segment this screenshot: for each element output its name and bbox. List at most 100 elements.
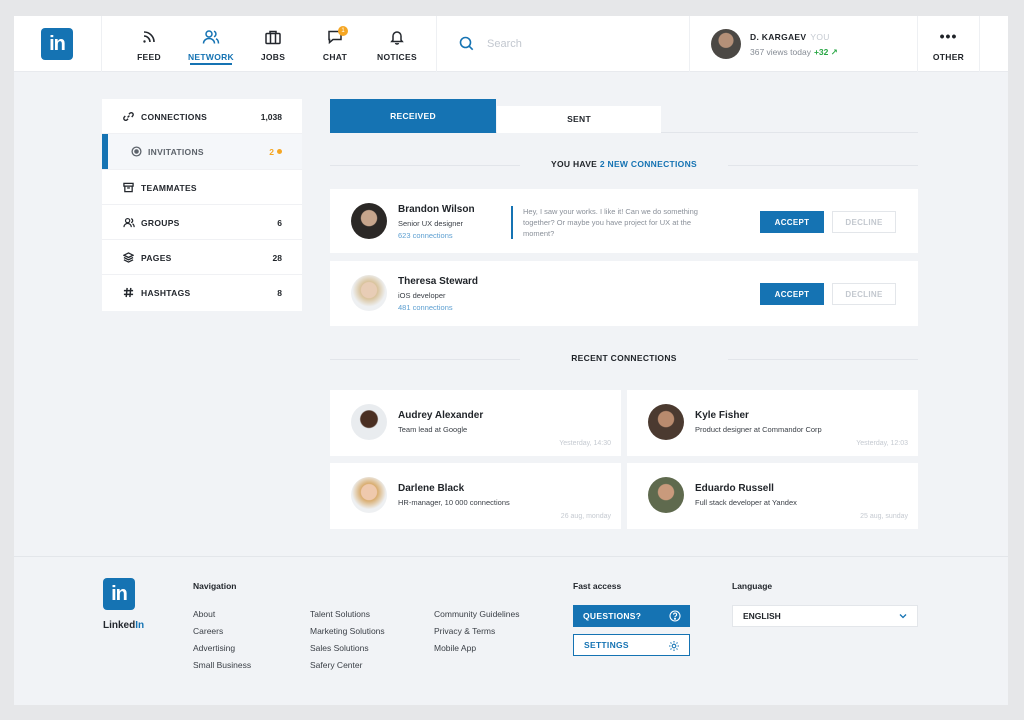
footer-logo[interactable]: in xyxy=(103,578,135,610)
connection-name[interactable]: Brandon Wilson xyxy=(398,204,475,215)
nav-feed[interactable]: FEED xyxy=(118,16,180,72)
sidebar-item-hashtags[interactable]: HASHTAGS 8 xyxy=(102,275,302,310)
avatar[interactable] xyxy=(648,477,684,513)
recent-connection-card[interactable]: Audrey Alexander Team lead at Google Yes… xyxy=(330,390,621,456)
user-views: 367 views today +32 ↗ xyxy=(750,47,838,58)
footer-link[interactable]: Small Business xyxy=(193,660,251,670)
connection-time: 25 aug, sunday xyxy=(860,513,908,520)
nav-network-label: NETWORK xyxy=(187,52,234,62)
recent-connection-card[interactable]: Darlene Black HR-manager, 10 000 connect… xyxy=(330,463,621,529)
unread-dot xyxy=(277,149,282,155)
layers-icon xyxy=(123,252,134,263)
logo-cell: in xyxy=(14,16,102,72)
footer-link[interactable]: Talent Solutions xyxy=(310,609,370,619)
nav-jobs[interactable]: JOBS xyxy=(242,16,304,72)
nav-notices[interactable]: NOTICES xyxy=(366,16,428,72)
decline-button[interactable]: DECLINE xyxy=(832,211,896,233)
app-frame: in FEED NETWORK JOBS 1 CHAT NOTICES Sear… xyxy=(14,16,1008,705)
accept-button[interactable]: ACCEPT xyxy=(760,211,824,233)
title-highlight: 2 NEW CONNECTIONS xyxy=(599,159,698,169)
accept-button[interactable]: ACCEPT xyxy=(760,283,824,305)
sidebar-item-invitations[interactable]: INVITATIONS 2 xyxy=(102,134,302,170)
chevron-down-icon xyxy=(899,614,907,619)
nav-chat[interactable]: 1 CHAT xyxy=(304,16,366,72)
connection-name[interactable]: Theresa Steward xyxy=(398,276,478,287)
tab-sent[interactable]: SENT xyxy=(497,106,661,133)
connection-role: iOS developer xyxy=(398,291,446,300)
connection-count[interactable]: 481 connections xyxy=(398,303,453,312)
nav-notices-label: NOTICES xyxy=(377,52,417,62)
footer-link[interactable]: Marketing Solutions xyxy=(310,626,385,636)
footer-link[interactable]: Advertising xyxy=(193,643,235,653)
more-dots-icon: ••• xyxy=(939,28,958,44)
user-name-text: D. KARGAEV xyxy=(750,32,807,42)
questions-button[interactable]: QUESTIONS? xyxy=(573,605,690,627)
settings-button[interactable]: SETTINGS xyxy=(573,634,690,656)
main-nav: FEED NETWORK JOBS 1 CHAT NOTICES xyxy=(118,16,428,72)
footer-link[interactable]: Safery Center xyxy=(310,660,362,670)
user-name: D. KARGAEV YOU xyxy=(750,32,830,42)
fast-access-title: Fast access xyxy=(573,581,622,591)
avatar[interactable] xyxy=(351,275,387,311)
search-input[interactable] xyxy=(487,34,667,54)
search-area xyxy=(436,16,690,72)
user-profile[interactable]: D. KARGAEV YOU 367 views today +32 ↗ xyxy=(690,16,918,72)
connection-name[interactable]: Darlene Black xyxy=(398,483,464,494)
nav-network[interactable]: NETWORK xyxy=(180,16,242,72)
invitation-tabs: RECEIVED SENT xyxy=(330,99,918,133)
archive-icon xyxy=(123,182,134,192)
avatar[interactable] xyxy=(351,203,387,239)
sidebar-item-count: 8 xyxy=(277,288,282,299)
user-you-tag: YOU xyxy=(810,32,830,42)
footer-link[interactable]: About xyxy=(193,609,215,619)
search-icon[interactable] xyxy=(459,36,474,51)
sidebar-item-count: 2 xyxy=(269,147,274,158)
recent-connection-card[interactable]: Eduardo Russell Full stack developer at … xyxy=(627,463,918,529)
avatar[interactable] xyxy=(351,404,387,440)
sidebar-item-connections[interactable]: CONNECTIONS 1,038 xyxy=(102,99,302,135)
sidebar-item-label: INVITATIONS xyxy=(148,147,204,158)
rss-icon xyxy=(143,31,155,43)
sidebar: CONNECTIONS 1,038 INVITATIONS 2 TEAMMATE… xyxy=(102,99,302,311)
brand-prefix: Linked xyxy=(103,620,136,631)
divider-line xyxy=(728,359,918,360)
recent-connection-card[interactable]: Kyle Fisher Product designer at Commando… xyxy=(627,390,918,456)
footer-link[interactable]: Mobile App xyxy=(434,643,476,653)
connection-name[interactable]: Kyle Fisher xyxy=(695,410,749,421)
linkedin-logo[interactable]: in xyxy=(41,28,73,60)
connection-role: Senior UX designer xyxy=(398,219,464,228)
connection-name[interactable]: Audrey Alexander xyxy=(398,410,483,421)
tab-received[interactable]: RECEIVED xyxy=(330,99,496,133)
sidebar-item-label: CONNECTIONS xyxy=(141,112,208,122)
nav-jobs-label: JOBS xyxy=(260,52,286,62)
sidebar-item-label: TEAMMATES xyxy=(141,182,197,193)
sidebar-item-count: 6 xyxy=(277,217,282,228)
group-icon xyxy=(123,217,135,228)
avatar[interactable] xyxy=(648,404,684,440)
chat-badge: 1 xyxy=(338,26,348,36)
connection-name[interactable]: Eduardo Russell xyxy=(695,483,774,494)
language-title: Language xyxy=(732,581,773,591)
sidebar-item-groups[interactable]: GROUPS 6 xyxy=(102,205,302,241)
nav-other[interactable]: ••• OTHER xyxy=(918,16,980,72)
avatar[interactable] xyxy=(711,29,741,59)
language-select[interactable]: ENGLISH xyxy=(732,605,918,627)
connection-count[interactable]: 623 connections xyxy=(398,231,453,240)
decline-button[interactable]: DECLINE xyxy=(832,283,896,305)
footer-navigation-title: Navigation xyxy=(193,581,237,591)
avatar[interactable] xyxy=(351,477,387,513)
sidebar-item-pages[interactable]: PAGES 28 xyxy=(102,240,302,276)
footer-link[interactable]: Sales Solutions xyxy=(310,643,369,653)
footer-link[interactable]: Careers xyxy=(193,626,223,636)
nav-feed-label: FEED xyxy=(137,52,161,62)
footer-link[interactable]: Community Guidelines xyxy=(434,609,520,619)
sidebar-item-teammates[interactable]: TEAMMATES xyxy=(102,170,302,205)
questions-label: QUESTIONS? xyxy=(583,611,642,621)
connection-role: Team lead at Google xyxy=(398,425,468,434)
sidebar-item-count: 28 xyxy=(272,253,282,264)
footer-brand: LinkedIn xyxy=(103,620,144,631)
invitation-message: Hey, I saw your works. I like it! Can we… xyxy=(511,206,711,239)
sidebar-item-count: 1,038 xyxy=(260,112,282,122)
settings-label: SETTINGS xyxy=(584,640,629,650)
footer-link[interactable]: Privacy & Terms xyxy=(434,626,495,636)
